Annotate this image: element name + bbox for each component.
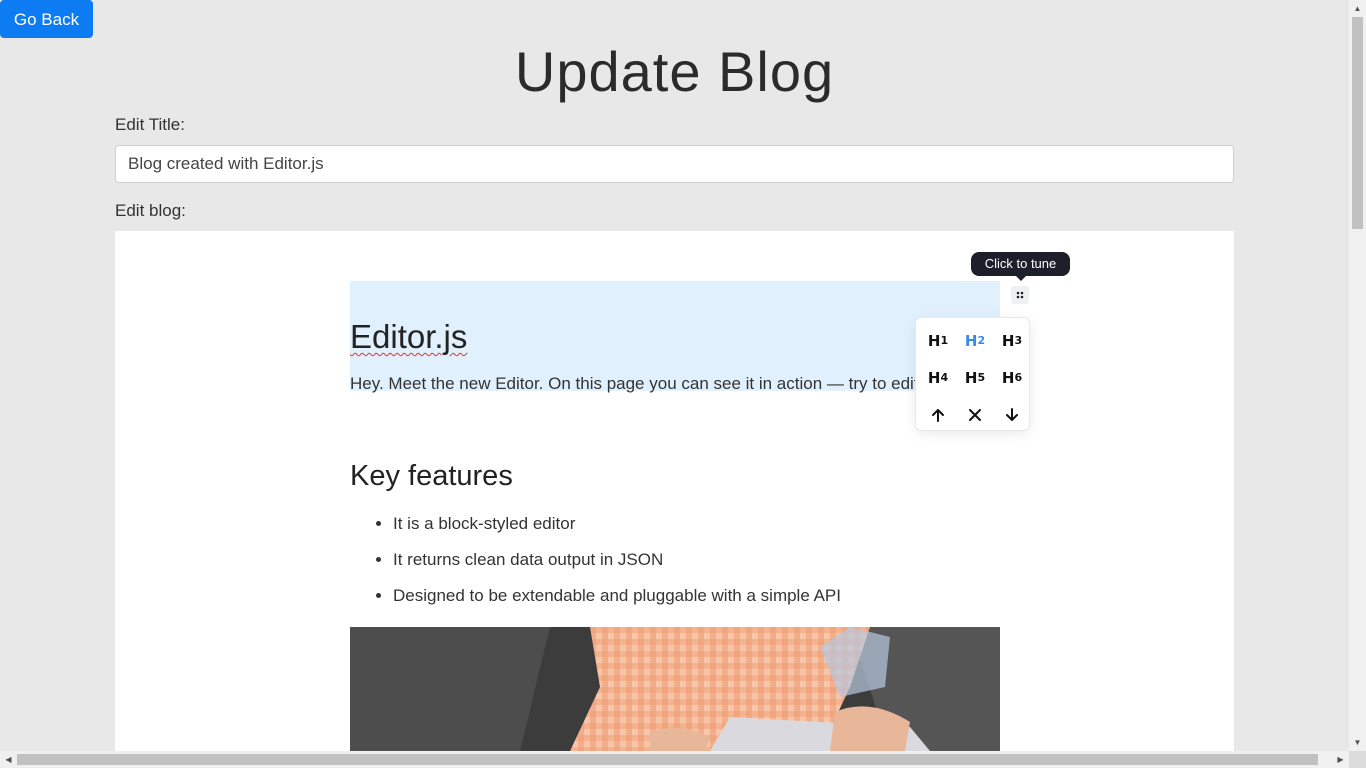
vertical-scroll-thumb[interactable] xyxy=(1352,17,1363,229)
title-input[interactable]: Blog created with Editor.js xyxy=(115,145,1234,183)
heading-level-3-button[interactable]: H3 xyxy=(995,322,1029,359)
heading-level-1-button[interactable]: H1 xyxy=(921,322,955,359)
laptop-photo-image xyxy=(350,627,1000,751)
list-item[interactable]: It is a block-styled editor xyxy=(393,508,841,544)
editor-list-block[interactable]: It is a block-styled editor It returns c… xyxy=(350,508,841,616)
heading-level-5-button[interactable]: H5 xyxy=(958,359,992,396)
move-down-icon[interactable] xyxy=(995,396,1029,433)
move-up-icon[interactable] xyxy=(921,396,955,433)
delete-icon[interactable] xyxy=(958,396,992,433)
list-item[interactable]: Designed to be extendable and pluggable … xyxy=(393,580,841,616)
edit-blog-label: Edit blog: xyxy=(115,201,186,220)
blog-editor[interactable]: Editor.js Hey. Meet the new Editor. On t… xyxy=(115,231,1234,751)
edit-title-label: Edit Title: xyxy=(115,115,185,134)
scroll-up-arrow-icon[interactable]: ▲ xyxy=(1349,0,1366,17)
tune-drag-icon[interactable] xyxy=(1011,286,1029,304)
horizontal-scrollbar[interactable]: ◀ ▶ xyxy=(0,751,1349,768)
editor-image-block[interactable] xyxy=(350,627,1000,751)
page-title: Update Blog xyxy=(514,40,835,103)
editor-paragraph-block[interactable]: Hey. Meet the new Editor. On this page y… xyxy=(350,371,990,396)
scroll-down-arrow-icon[interactable]: ▼ xyxy=(1349,734,1366,751)
editor-heading-block[interactable]: Editor.js xyxy=(350,317,467,357)
go-back-button[interactable]: Go Back xyxy=(0,0,93,38)
vertical-scrollbar[interactable]: ▲ ▼ xyxy=(1349,0,1366,751)
heading-level-6-button[interactable]: H6 xyxy=(995,359,1029,396)
heading-level-4-button[interactable]: H4 xyxy=(921,359,955,396)
list-item[interactable]: It returns clean data output in JSON xyxy=(393,544,841,580)
tune-tooltip: Click to tune xyxy=(971,252,1070,281)
scroll-right-arrow-icon[interactable]: ▶ xyxy=(1332,751,1349,768)
scrollbar-corner xyxy=(1349,751,1366,768)
horizontal-scroll-thumb[interactable] xyxy=(17,754,1318,765)
tune-menu: H1 H2 H3 H4 H5 H6 xyxy=(915,317,1030,431)
editor-subheading-block[interactable]: Key features xyxy=(350,456,513,496)
heading-level-2-button[interactable]: H2 xyxy=(958,322,992,359)
scroll-left-arrow-icon[interactable]: ◀ xyxy=(0,751,17,768)
editor-heading-text: Editor.js xyxy=(350,318,468,355)
